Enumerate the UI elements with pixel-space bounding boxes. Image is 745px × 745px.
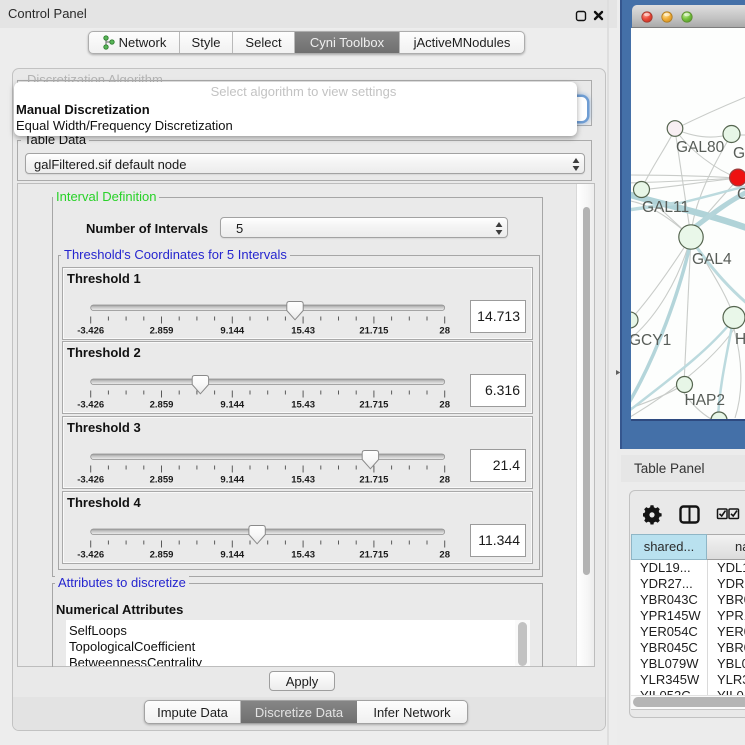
svg-text:28: 28 xyxy=(439,550,450,561)
svg-text:Threshold 1: Threshold 1 xyxy=(67,271,141,286)
svg-text:-3.426: -3.426 xyxy=(77,550,104,561)
svg-text:21.715: 21.715 xyxy=(359,400,389,411)
svg-text:2.859: 2.859 xyxy=(150,475,174,486)
svg-text:15.43: 15.43 xyxy=(291,475,315,486)
svg-text:Threshold 2: Threshold 2 xyxy=(67,345,141,360)
svg-text:15.43: 15.43 xyxy=(291,400,315,411)
svg-text:21.715: 21.715 xyxy=(359,326,389,337)
svg-text:9.144: 9.144 xyxy=(220,326,244,337)
svg-text:C: C xyxy=(737,186,745,203)
svg-text:28: 28 xyxy=(439,326,450,337)
svg-text:-3.426: -3.426 xyxy=(77,326,104,337)
svg-text:9.144: 9.144 xyxy=(220,550,244,561)
svg-text:GCY1: GCY1 xyxy=(631,332,671,349)
svg-text:28: 28 xyxy=(439,400,450,411)
svg-text:GA: GA xyxy=(733,145,745,162)
svg-text:2.859: 2.859 xyxy=(150,326,174,337)
svg-text:HAP2: HAP2 xyxy=(685,392,726,409)
svg-text:21.715: 21.715 xyxy=(359,550,389,561)
svg-text:9.144: 9.144 xyxy=(220,475,244,486)
svg-text:Threshold 3: Threshold 3 xyxy=(67,420,141,435)
svg-text:Threshold 4: Threshold 4 xyxy=(67,495,141,510)
svg-text:2.859: 2.859 xyxy=(150,550,174,561)
svg-text:2.859: 2.859 xyxy=(150,400,174,411)
svg-text:9.144: 9.144 xyxy=(220,400,244,411)
svg-text:GAL11: GAL11 xyxy=(642,199,689,216)
svg-text:21.715: 21.715 xyxy=(359,475,389,486)
svg-text:GAL80: GAL80 xyxy=(676,139,725,156)
svg-text:28: 28 xyxy=(439,475,450,486)
svg-text:-3.426: -3.426 xyxy=(77,400,104,411)
svg-text:15.43: 15.43 xyxy=(291,326,315,337)
svg-text:GAL4: GAL4 xyxy=(692,251,732,268)
svg-text:15.43: 15.43 xyxy=(291,550,315,561)
svg-text:-3.426: -3.426 xyxy=(77,475,104,486)
svg-text:H: H xyxy=(735,331,745,348)
